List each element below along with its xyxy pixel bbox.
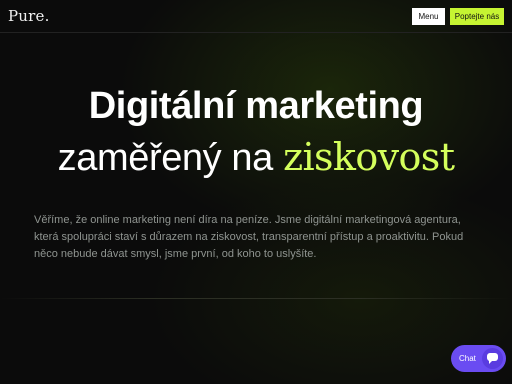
chat-widget-button[interactable]: Chat bbox=[451, 345, 506, 372]
hero-title-line1: Digitální marketing bbox=[88, 85, 424, 127]
contact-cta-button[interactable]: Poptejte nás bbox=[450, 8, 504, 25]
hero-title-accent: ziskovost bbox=[283, 135, 455, 179]
hero-description: Věříme, že online marketing není díra na… bbox=[34, 214, 464, 260]
section-divider bbox=[0, 298, 512, 299]
page: Pure. Menu Poptejte nás Digitální market… bbox=[0, 0, 512, 384]
hero-title-prefix: zaměřený na bbox=[57, 137, 284, 179]
hero-title-line2: zaměřený na ziskovost bbox=[0, 135, 512, 180]
chat-label: Chat bbox=[459, 354, 476, 363]
menu-button[interactable]: Menu bbox=[412, 8, 445, 25]
chat-bubble-icon bbox=[482, 348, 503, 369]
logo[interactable]: Pure. bbox=[8, 7, 50, 25]
top-navbar: Pure. Menu Poptejte nás bbox=[0, 0, 512, 33]
